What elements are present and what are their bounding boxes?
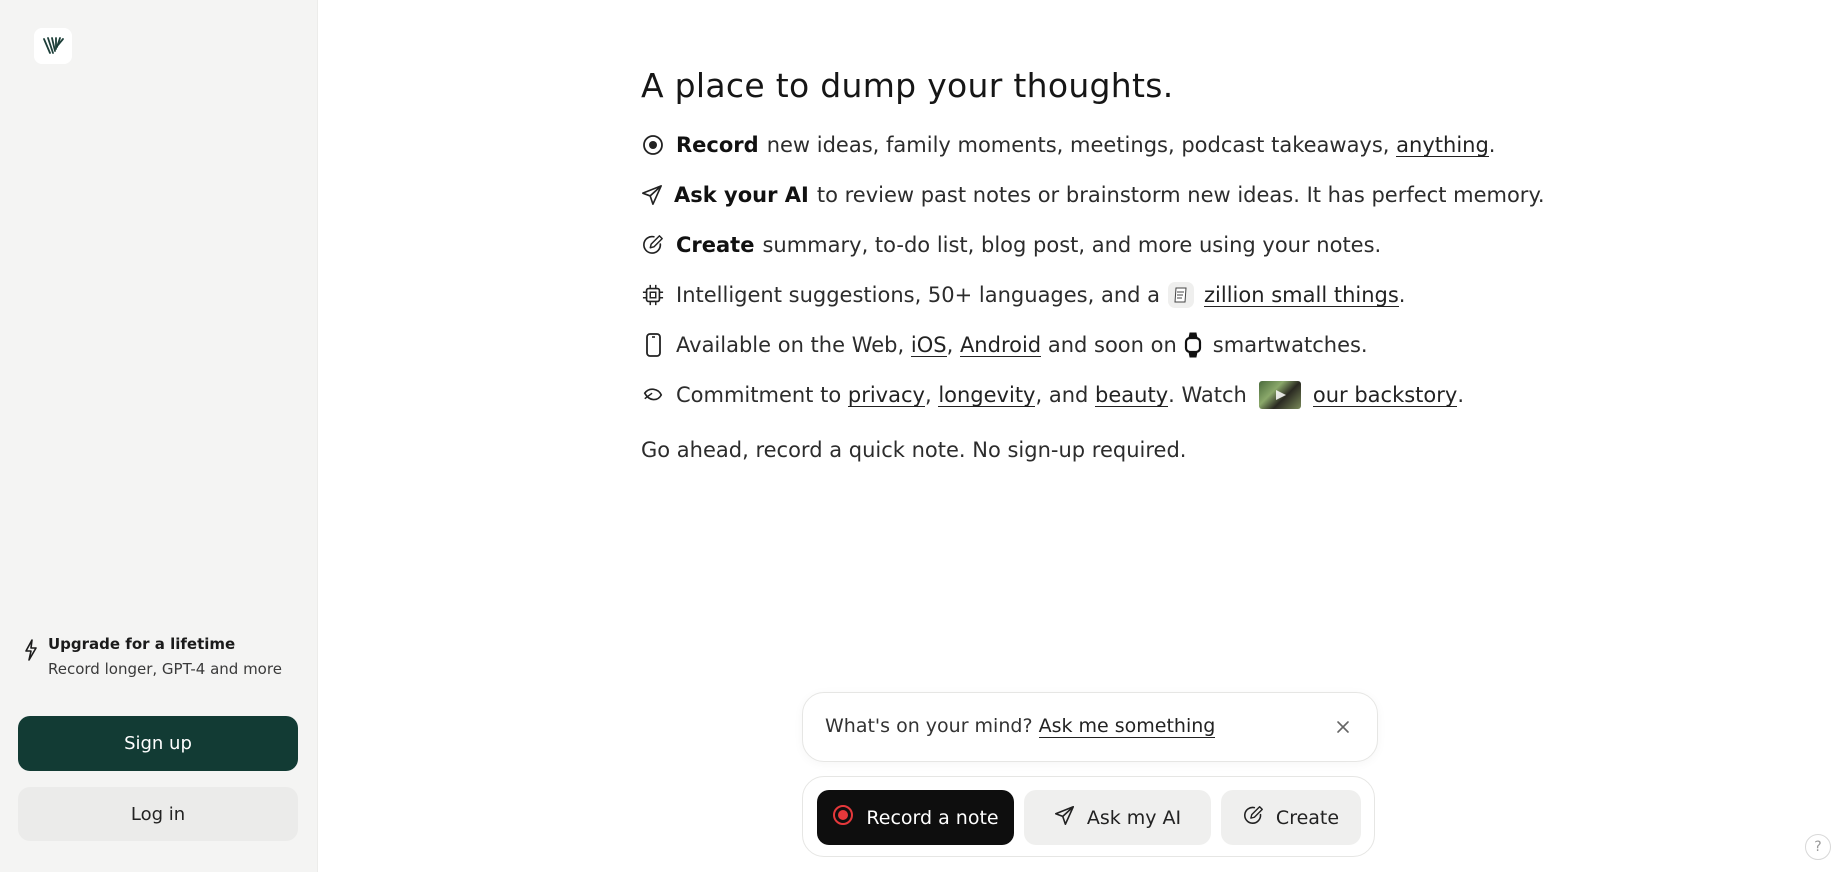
create-label: Create <box>1275 806 1340 829</box>
sidebar: Upgrade for a lifetime Record longer, GP… <box>0 0 318 872</box>
upgrade-promo[interactable]: Upgrade for a lifetime Record longer, GP… <box>24 634 304 679</box>
close-icon[interactable] <box>1333 717 1353 737</box>
ask-me-something-link[interactable]: Ask me something <box>1038 715 1216 738</box>
create-button[interactable]: Create <box>1221 790 1361 845</box>
create-icon <box>641 233 665 257</box>
go-ahead-text: Go ahead, record a quick note. No sign-u… <box>641 438 1187 462</box>
ask-my-ai-button[interactable]: Ask my AI <box>1024 790 1211 845</box>
record-icon <box>641 133 665 157</box>
feature-record-bold: Record <box>676 133 759 157</box>
leaf-icon <box>641 383 665 407</box>
send-icon <box>1054 805 1075 831</box>
ask-prompt: What's on your mind? <box>825 715 1033 737</box>
logo-icon[interactable] <box>34 28 72 64</box>
feature-intelligent-text: Intelligent suggestions, 50+ languages, … <box>676 283 1161 307</box>
feature-record-text: new ideas, family moments, meetings, pod… <box>766 133 1390 157</box>
feature-available-text: Available on the Web, <box>676 333 905 357</box>
feature-ask-bold: Ask your AI <box>674 183 809 207</box>
upgrade-title: Upgrade for a lifetime <box>48 635 236 653</box>
phone-icon <box>641 333 665 357</box>
ios-link[interactable]: iOS <box>910 334 947 357</box>
longevity-link[interactable]: longevity <box>938 384 1036 407</box>
help-button[interactable]: ? <box>1805 834 1831 860</box>
record-dot-icon <box>832 804 854 831</box>
android-link[interactable]: Android <box>959 334 1042 357</box>
paper-thumbnail-icon <box>1168 282 1195 308</box>
feature-list: Record new ideas, family moments, meetin… <box>641 120 1545 420</box>
smartwatch-icon <box>1183 332 1203 358</box>
bolt-icon <box>24 639 38 665</box>
create-icon <box>1243 805 1264 831</box>
feature-ask: Ask your AI to review past notes or brai… <box>641 170 1545 220</box>
feature-intelligent: Intelligent suggestions, 50+ languages, … <box>641 270 1541 320</box>
feature-commitment-text: Commitment to <box>676 383 842 407</box>
backstory-link[interactable]: our backstory <box>1312 384 1458 407</box>
feature-available-sep: , <box>946 333 954 357</box>
feature-commitment-end: . <box>1457 383 1465 407</box>
chip-icon <box>641 283 665 307</box>
feature-commitment-text2: . Watch <box>1168 383 1247 407</box>
record-note-button[interactable]: Record a note <box>817 790 1014 845</box>
record-note-label: Record a note <box>866 806 999 829</box>
ask-my-ai-label: Ask my AI <box>1086 806 1182 829</box>
feature-intelligent-end: . <box>1398 283 1406 307</box>
feature-available-text3: smartwatches. <box>1212 333 1368 357</box>
send-icon <box>641 183 663 207</box>
main-content: A place to dump your thoughts. Record ne… <box>641 64 1545 475</box>
login-button[interactable]: Log in <box>18 787 298 841</box>
feature-commitment: Commitment to privacy, longevity, and be… <box>641 370 1541 420</box>
feature-ask-text: to review past notes or brainstorm new i… <box>816 183 1545 207</box>
action-bar: Record a note Ask my AI Create <box>802 776 1375 857</box>
signup-button[interactable]: Sign up <box>18 716 298 771</box>
feature-create-text: summary, to-do list, blog post, and more… <box>762 233 1382 257</box>
feature-create-bold: Create <box>676 233 755 257</box>
video-thumbnail[interactable] <box>1258 381 1301 409</box>
zillion-small-things-link[interactable]: zillion small things <box>1204 284 1399 307</box>
anything-link[interactable]: anything <box>1396 134 1489 157</box>
feature-record: Record new ideas, family moments, meetin… <box>641 120 1541 170</box>
upgrade-subtitle: Record longer, GPT-4 and more <box>48 660 282 678</box>
feature-available: Available on the Web, iOS, Android and s… <box>641 320 1541 370</box>
feature-create: Create summary, to-do list, blog post, a… <box>641 220 1541 270</box>
feature-commitment-sep1: , <box>924 383 932 407</box>
beauty-link[interactable]: beauty <box>1095 384 1169 407</box>
feature-record-end: . <box>1488 133 1496 157</box>
ask-box[interactable]: What's on your mind? Ask me something <box>802 692 1378 762</box>
ask-prompt-line[interactable]: What's on your mind? Ask me something <box>825 715 1216 738</box>
page-title: A place to dump your thoughts. <box>641 66 1174 105</box>
feature-commitment-sep2: , and <box>1035 383 1089 407</box>
privacy-link[interactable]: privacy <box>847 384 925 407</box>
feature-available-text2: and soon on <box>1047 333 1177 357</box>
